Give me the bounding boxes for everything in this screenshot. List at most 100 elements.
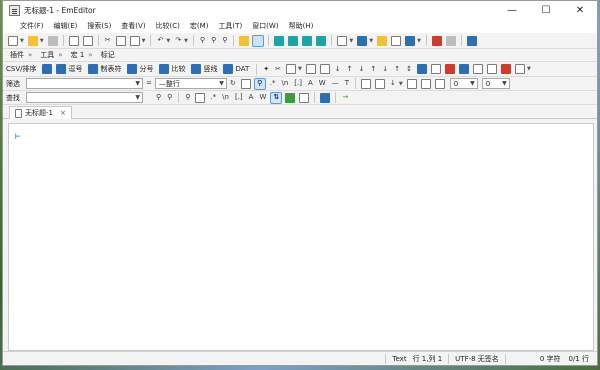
status-position[interactable]: 行 1,列 1 (413, 354, 449, 364)
text-editor[interactable]: ⊢ (8, 123, 594, 351)
more-icon[interactable] (515, 64, 526, 74)
menu-window[interactable]: 窗口(W) (247, 21, 283, 31)
redo-dropdown-icon[interactable]: ▼ (184, 38, 188, 44)
menu-help[interactable]: 帮助(H) (284, 21, 319, 31)
line-icon[interactable]: — (331, 79, 340, 89)
target-icon[interactable]: ✦ (262, 64, 270, 74)
filter-scope-select[interactable]: —整行 ▼ (154, 78, 227, 89)
plugins-toolbar[interactable]: 插件 » (6, 50, 36, 60)
outline-icon[interactable] (391, 35, 402, 46)
go-arrow-icon[interactable]: → (341, 93, 349, 103)
compare-mode-button[interactable]: 比较 (157, 64, 185, 74)
tab-untitled-1[interactable]: 无标题-1 × (9, 106, 72, 119)
sort-len-desc-icon[interactable]: ↑ (393, 64, 401, 74)
status-mode[interactable]: Text (385, 353, 412, 364)
maximize-button[interactable]: ☐ (529, 1, 563, 19)
word-icon[interactable]: W (318, 79, 327, 89)
title-bar[interactable]: 无标题-1 - EmEditor — ☐ ✕ (3, 1, 597, 19)
columns-dropdown-icon[interactable]: ▼ (298, 66, 302, 72)
configuration-icon[interactable] (357, 35, 368, 46)
macro-toolbar[interactable]: 宏 1» (67, 50, 97, 60)
window-layout-icon-1[interactable] (274, 35, 285, 46)
sort-len-asc-icon[interactable]: ↓ (381, 64, 389, 74)
sort-asc-icon[interactable]: ↓ (334, 64, 342, 74)
join-icon[interactable] (487, 64, 498, 74)
menu-macro[interactable]: 宏(M) (185, 21, 214, 31)
new-file-icon[interactable] (8, 35, 18, 46)
explorer-dropdown-icon[interactable]: ▼ (417, 38, 421, 44)
tab-mode-button[interactable]: 制表符 (86, 64, 121, 74)
advanced-filter-icon[interactable] (434, 78, 445, 89)
paste-dropdown-icon[interactable]: ▼ (142, 38, 146, 44)
filter-input[interactable]: ▼ (26, 78, 143, 89)
minimize-button[interactable]: — (495, 1, 529, 19)
spell-check-icon[interactable] (431, 64, 442, 74)
menu-compare[interactable]: 比较(C) (151, 21, 185, 31)
regex-icon[interactable]: .* (209, 93, 217, 103)
list-all-icon[interactable] (299, 92, 310, 103)
properties-icon[interactable] (337, 35, 348, 46)
explorer-icon[interactable] (405, 35, 416, 46)
before-lines-select[interactable]: 0 ▼ (449, 78, 478, 89)
chevron-down-icon[interactable]: ▼ (470, 80, 477, 87)
undo-icon[interactable]: ↶ (156, 36, 164, 46)
print-preview-icon[interactable] (82, 35, 93, 46)
abc-icon[interactable] (445, 64, 456, 74)
replace-icon[interactable]: ⚲ (221, 36, 228, 46)
close-tab-icon[interactable]: × (60, 109, 66, 117)
find-prev-icon[interactable]: ⚲ (155, 93, 162, 103)
regex-icon[interactable]: .* (269, 79, 277, 89)
window-layout-icon-2[interactable] (288, 35, 299, 46)
filter-apply-icon[interactable]: ⚲ (253, 77, 266, 90)
sort-num-asc-icon[interactable]: ↓ (358, 64, 366, 74)
customize-icon[interactable] (466, 35, 477, 46)
sort-num-desc-icon[interactable]: ↑ (370, 64, 378, 74)
sort-options-icon[interactable] (305, 64, 316, 74)
newline-icon[interactable]: \n (221, 93, 230, 103)
undo-dropdown-icon[interactable]: ▼ (166, 38, 170, 44)
chevron-down-icon[interactable]: ▼ (219, 80, 226, 87)
menu-view[interactable]: 查看(V) (116, 21, 150, 31)
arrow-down-icon[interactable]: ↓ (389, 79, 397, 89)
refresh-icon[interactable]: ↻ (229, 79, 237, 89)
arrow-dropdown-icon[interactable]: ▼ (399, 81, 403, 87)
more-dropdown-icon[interactable]: ▼ (527, 66, 531, 72)
find-next-icon[interactable]: ⚲ (166, 93, 173, 103)
find-input[interactable]: ▼ (26, 92, 143, 103)
find-options-icon[interactable] (195, 92, 206, 103)
snippets-icon[interactable] (377, 35, 388, 46)
status-encoding[interactable]: UTF-8 无签名 (448, 353, 505, 364)
filter-list-icon[interactable] (374, 78, 385, 89)
find-icon[interactable]: ⚲ (199, 36, 206, 46)
filter-toggle-icon[interactable] (420, 78, 431, 89)
csv-sort-button[interactable]: CSV/排序 (6, 64, 36, 74)
print-icon[interactable] (68, 35, 79, 46)
case-icon[interactable]: A (307, 79, 314, 89)
close-button[interactable]: ✕ (563, 1, 597, 19)
chevron-down-icon[interactable]: ▼ (135, 80, 142, 87)
new-dropdown-icon[interactable]: ▼ (20, 38, 24, 44)
filter-condition-icon[interactable]: = (145, 79, 153, 89)
find-in-selection-icon[interactable]: ⚲ (184, 93, 191, 103)
convert-icon[interactable] (459, 64, 470, 74)
delete-duplicates-icon[interactable] (417, 64, 428, 74)
configuration-dropdown-icon[interactable]: ▼ (369, 38, 373, 44)
vertical-mode-button[interactable]: 竖线 (189, 64, 217, 74)
sort-date-icon[interactable]: ↕ (405, 64, 413, 74)
dat-mode-button[interactable]: DAT (221, 64, 249, 74)
columns-icon[interactable] (286, 64, 297, 74)
markers-toolbar[interactable]: 标记 (97, 50, 119, 60)
run-macro-icon[interactable] (445, 35, 456, 46)
menu-edit[interactable]: 编辑(E) (49, 21, 83, 31)
wrap-around-icon[interactable]: ⇅ (270, 91, 283, 104)
semicolon-mode-button[interactable]: 分号 (125, 64, 153, 74)
save-icon[interactable] (47, 35, 58, 46)
redo-icon[interactable]: ↷ (174, 36, 182, 46)
paste-icon[interactable] (129, 35, 140, 46)
normal-mode-icon[interactable] (42, 64, 53, 74)
window-layout-icon-4[interactable] (316, 35, 327, 46)
menu-tools[interactable]: 工具(T) (213, 21, 247, 31)
bookmark-filter-icon[interactable] (406, 78, 417, 89)
filter-options-icon[interactable] (240, 78, 251, 89)
stop-macro-icon[interactable] (431, 35, 442, 46)
